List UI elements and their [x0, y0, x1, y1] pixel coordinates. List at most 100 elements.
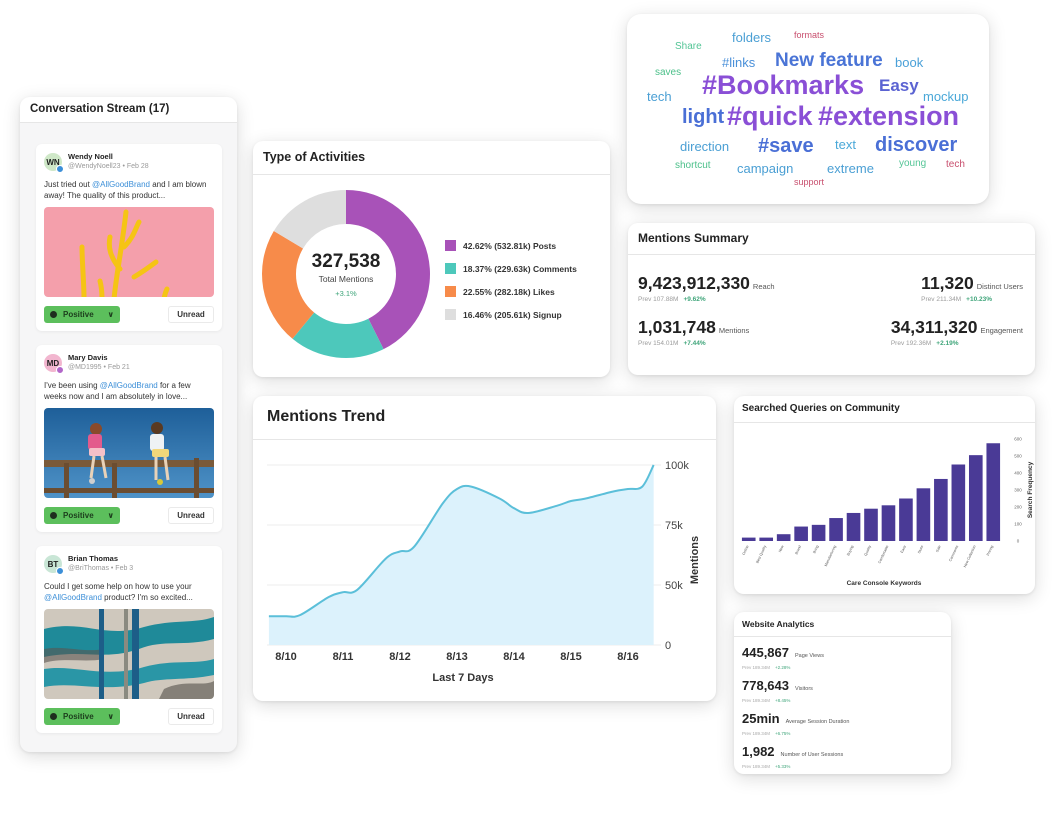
x-tick-label: 8/16: [617, 651, 638, 663]
x-tick-label: Manufacturing: [824, 545, 837, 567]
bar[interactable]: [899, 498, 913, 542]
word-cloud-term[interactable]: #quick: [727, 103, 813, 130]
y-tick-label: 500: [1014, 454, 1022, 459]
word-cloud-term[interactable]: discover: [875, 135, 957, 155]
avatar[interactable]: BT: [44, 555, 64, 575]
word-cloud-term[interactable]: #Bookmarks: [702, 72, 864, 99]
network-badge-icon: [56, 366, 64, 374]
metric-value: 1,031,748: [638, 317, 716, 337]
word-cloud-term[interactable]: #extension: [818, 103, 959, 130]
analytics-metric: 445,867 Page Views Prev 189.34M +2.28%: [742, 644, 824, 670]
x-tick-label: Brand: [794, 545, 802, 555]
bar[interactable]: [968, 455, 983, 541]
post-text-after: product? I'm so excited...: [101, 593, 193, 602]
searched-queries-title: Searched Queries on Community: [734, 396, 1035, 423]
word-cloud-term[interactable]: folders: [732, 31, 771, 44]
word-cloud-term[interactable]: book: [895, 56, 923, 69]
unread-button[interactable]: Unread: [168, 708, 214, 725]
author-handle: @MD1995 • Feb 21: [68, 364, 130, 371]
activities-legend: 42.62% (532.81k) Posts 18.37% (229.63k) C…: [445, 234, 577, 326]
y-tick-label: 75k: [665, 520, 683, 532]
bar[interactable]: [776, 534, 791, 541]
sentiment-dropdown[interactable]: Positive ∨: [44, 306, 120, 323]
bar[interactable]: [864, 508, 878, 541]
author-name[interactable]: Brian Thomas: [68, 554, 133, 564]
word-cloud-term[interactable]: tech: [946, 160, 965, 170]
word-cloud-term[interactable]: shortcut: [675, 161, 711, 171]
legend-item[interactable]: 18.37% (229.63k) Comments: [445, 257, 577, 280]
post-image[interactable]: [44, 408, 214, 498]
bar[interactable]: [951, 464, 966, 542]
word-cloud-term[interactable]: Easy: [879, 77, 919, 94]
post-text-before: I've been using: [44, 381, 100, 390]
word-cloud-term[interactable]: extreme: [827, 162, 874, 175]
x-tick-label: New Collection: [963, 545, 977, 568]
avatar[interactable]: WN: [44, 153, 64, 173]
bar[interactable]: [846, 512, 861, 541]
legend-item[interactable]: 16.46% (205.61k) Signup: [445, 303, 577, 326]
word-cloud-term[interactable]: #links: [722, 56, 755, 69]
word-cloud-term[interactable]: formats: [794, 31, 824, 40]
bar[interactable]: [916, 488, 931, 541]
conversation-post[interactable]: WN Wendy Noell @WendyNoell23 • Feb 28 Just …: [36, 144, 222, 331]
total-mentions-change: +3.1%: [335, 288, 357, 298]
metric-change: +7.44%: [683, 340, 706, 347]
x-tick-label: Easy: [900, 545, 907, 554]
activities-title: Type of Activities: [253, 141, 610, 175]
x-tick-label: 8/13: [446, 651, 467, 663]
legend-label: 18.37% (229.63k) Comments: [463, 263, 577, 274]
word-cloud-term[interactable]: #save: [758, 136, 814, 156]
word-cloud-term[interactable]: saves: [655, 68, 681, 78]
brand-mention-link[interactable]: @AllGoodBrand: [92, 180, 150, 189]
conversation-post[interactable]: BT Brian Thomas @BriThomas • Feb 3 Could I …: [36, 546, 222, 733]
author-name[interactable]: Mary Davis: [68, 353, 130, 363]
unread-button[interactable]: Unread: [168, 306, 214, 323]
mentions-trend-panel: Mentions Trend 0 50k 75k 100k 8/10 8/11 8/12 8/…: [253, 396, 716, 701]
legend-item[interactable]: 42.62% (532.81k) Posts: [445, 234, 577, 257]
bar[interactable]: [829, 518, 843, 541]
y-tick-label: 200: [1014, 505, 1022, 510]
post-image[interactable]: [44, 609, 214, 699]
handle: @WendyNoell23: [68, 163, 121, 170]
bar[interactable]: [741, 537, 756, 541]
x-tick-label: Pricing: [986, 545, 994, 557]
trend-area-fill: [268, 465, 654, 645]
bar[interactable]: [881, 505, 896, 541]
sentiment-dropdown[interactable]: Positive ∨: [44, 507, 120, 524]
word-cloud-term[interactable]: Share: [675, 42, 702, 52]
unread-button[interactable]: Unread: [168, 507, 214, 524]
word-cloud-term[interactable]: young: [899, 159, 926, 169]
sentiment-dropdown[interactable]: Positive ∨: [44, 708, 120, 725]
conversation-post[interactable]: MD Mary Davis @MD1995 • Feb 21 I've been us…: [36, 345, 222, 532]
avatar[interactable]: MD: [44, 354, 64, 374]
bar[interactable]: [759, 537, 774, 541]
metric-label: Reach: [752, 282, 775, 291]
word-cloud-term[interactable]: campaign: [737, 162, 793, 175]
brand-mention-link[interactable]: @AllGoodBrand: [44, 593, 102, 602]
y-tick-label: 600: [1014, 437, 1022, 442]
legend-label: 16.46% (205.61k) Signup: [463, 309, 562, 320]
word-cloud-term[interactable]: light: [682, 107, 724, 127]
metric-previous: Prev 192.36M: [890, 340, 932, 347]
chevron-down-icon: ∨: [107, 511, 115, 520]
word-cloud-term[interactable]: tech: [647, 90, 672, 103]
searched-queries-chart: Online Best Quality New Brand Bring Manufactu…: [741, 437, 1034, 588]
word-cloud-term[interactable]: direction: [680, 140, 729, 153]
word-cloud-term[interactable]: text: [835, 138, 856, 151]
author-name[interactable]: Wendy Noell: [68, 152, 149, 162]
bar[interactable]: [934, 478, 948, 541]
y-axis-title: Mentions: [689, 536, 701, 584]
legend-item[interactable]: 22.55% (282.18k) Likes: [445, 280, 577, 303]
bar[interactable]: [794, 526, 808, 541]
word-cloud-term[interactable]: support: [794, 178, 824, 187]
bar[interactable]: [811, 524, 826, 541]
brand-mention-link[interactable]: @AllGoodBrand: [100, 381, 158, 390]
metric-label: Average Session Duration: [785, 719, 850, 725]
network-badge-icon: [56, 567, 64, 575]
word-cloud-term[interactable]: New feature: [775, 51, 883, 70]
post-image[interactable]: [44, 207, 214, 297]
bar[interactable]: [986, 443, 1001, 541]
metric-previous: Prev 154.01M: [638, 340, 679, 347]
legend-label: 42.62% (532.81k) Posts: [463, 240, 557, 251]
post-text-before: Could I get some help on how to use your: [44, 582, 192, 591]
